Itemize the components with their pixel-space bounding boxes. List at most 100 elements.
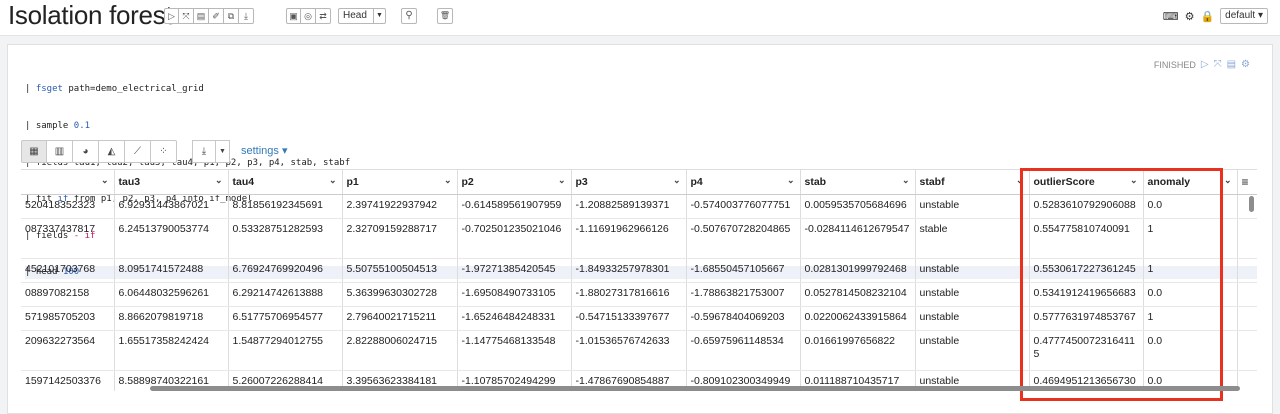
table-cell: 6.24513790053774 — [114, 218, 229, 259]
table-cell: -1.68550457105667 — [686, 258, 801, 283]
table-cell-filler — [1237, 258, 1257, 283]
report-button[interactable]: ▣ — [286, 8, 301, 24]
table-cell: 6.06448032596261 — [114, 282, 229, 307]
pie-chart-button[interactable]: ◕ — [73, 140, 99, 163]
settings-link[interactable]: settings ▾ — [241, 144, 288, 157]
column-header-label: stabf — [919, 175, 945, 188]
table-cell: -1.78863821753007 — [686, 282, 801, 307]
table-cell: 0.0220062433915864 — [800, 306, 916, 331]
table-view-button[interactable]: ▦ — [21, 140, 47, 163]
page-title: Isolation forest — [8, 0, 173, 30]
eraser-button[interactable]: ✐ — [209, 8, 224, 24]
table-cell: 520418352323 — [21, 194, 115, 219]
download-options-button[interactable]: ▼ — [216, 140, 230, 163]
chevron-down-icon[interactable]: ⌄ — [1224, 175, 1232, 186]
head-select-label: Head — [343, 10, 367, 21]
table-cell: 08897082158 — [21, 282, 115, 307]
column-header[interactable]: tau3 ⌄ — [114, 170, 229, 195]
status-text: FINISHED — [1153, 59, 1196, 70]
play-button[interactable]: ▷ — [164, 8, 179, 24]
area-chart-button[interactable]: ◭ — [99, 140, 125, 163]
paragraph-mode-toolbar: ▣ ◎ ⇄ — [286, 8, 331, 24]
download-group: ⤓ ▼ — [192, 140, 230, 163]
chevron-down-icon[interactable]: ⌄ — [787, 175, 795, 186]
head-select[interactable]: Head ▼ — [338, 8, 386, 24]
code-line: | fsget path=demo_electrical_grid — [25, 84, 204, 95]
expand-icon[interactable]: ⤧ — [1214, 59, 1222, 70]
table-cell: 5.50755100504513 — [342, 258, 458, 283]
table-cell: unstable — [915, 306, 1030, 331]
download-button[interactable]: ⤓ — [239, 8, 254, 24]
column-header[interactable]: p3 ⌄ — [571, 170, 687, 195]
interpreter-dropdown[interactable]: default ▾ — [1220, 8, 1268, 24]
chevron-down-icon[interactable]: ⌄ — [444, 175, 452, 186]
expand-button[interactable]: ⤧ — [179, 8, 194, 24]
download-button[interactable]: ⤓ — [192, 140, 216, 163]
horizontal-scrollbar[interactable] — [150, 386, 1240, 391]
column-header[interactable]: p1 ⌄ — [342, 170, 458, 195]
table-cell: 6.92931443867021 — [114, 194, 229, 219]
circle-icon: ◎ — [304, 11, 312, 21]
play-icon: ▷ — [168, 11, 175, 21]
table-cell: -1.11691962966126 — [571, 218, 687, 259]
vertical-scrollbar[interactable] — [1249, 196, 1254, 212]
table-cell-filler — [1237, 370, 1257, 391]
gear-icon[interactable]: ⚙ — [1241, 59, 1250, 70]
circle-button[interactable]: ◎ — [301, 8, 316, 24]
swap-button[interactable]: ⇄ — [316, 8, 331, 24]
column-header[interactable]: stabf ⌄ — [915, 170, 1030, 195]
column-header-label: p3 — [575, 175, 588, 188]
table-cell: -0.59678404069203 — [686, 306, 801, 331]
table-cell: 6.51775706954577 — [228, 306, 343, 331]
table-cell: 6.29214742613888 — [228, 282, 343, 307]
keyboard-icon[interactable]: ⌨ — [1163, 10, 1179, 23]
column-header[interactable]: tau4 ⌄ — [228, 170, 343, 195]
copy-button[interactable]: ⧉ — [224, 8, 239, 24]
chevron-down-icon[interactable]: ⌄ — [101, 175, 109, 186]
table-cell: 0.01661997656822 — [800, 330, 916, 371]
chevron-down-icon: ▼ — [373, 9, 385, 23]
table-icon: ▦ — [29, 146, 39, 157]
swap-icon: ⇄ — [319, 11, 327, 21]
column-header[interactable]: p2 ⌄ — [457, 170, 572, 195]
book-icon[interactable]: ▤ — [1227, 59, 1236, 70]
scatter-chart-button[interactable]: ⁘ — [151, 140, 177, 163]
line-chart-button[interactable]: ⟋ — [125, 140, 151, 163]
table-cell: -1.69508490733105 — [457, 282, 572, 307]
table-cell-filler — [1237, 306, 1257, 331]
chevron-down-icon[interactable]: ⌄ — [329, 175, 337, 186]
code-editor[interactable]: | fsget path=demo_electrical_grid | samp… — [25, 59, 1257, 279]
run-icon[interactable]: ▷ — [1201, 59, 1209, 70]
column-header-label: tau3 — [118, 175, 141, 188]
search-icon: ⚲ — [405, 10, 413, 21]
table-cell: 087337437817 — [21, 218, 115, 259]
search-button[interactable]: ⚲ — [401, 8, 417, 24]
chevron-down-icon[interactable]: ⌄ — [558, 175, 566, 186]
chevron-down-icon[interactable]: ⌄ — [215, 175, 223, 186]
column-header-label: tau4 — [232, 175, 255, 188]
chevron-down-icon[interactable]: ⌄ — [902, 175, 910, 186]
column-menu[interactable]: ≡ — [1237, 170, 1257, 195]
download-icon: ⤓ — [201, 146, 207, 157]
gear-icon[interactable]: ⚙ — [1185, 10, 1195, 23]
table-cell: 452101703768 — [21, 258, 115, 283]
trash-button[interactable]: 🗑 — [437, 8, 453, 24]
bar-chart-button[interactable]: ▥ — [47, 140, 73, 163]
settings-label: settings — [241, 145, 279, 157]
chevron-down-icon[interactable]: ⌄ — [673, 175, 681, 186]
table-cell-filler — [1237, 330, 1257, 371]
table-cell-filler — [1237, 218, 1257, 259]
lock-icon[interactable]: 🔒 — [1200, 10, 1214, 23]
table-cell: 209632273564 — [21, 330, 115, 371]
column-header[interactable]: p4 ⌄ — [686, 170, 801, 195]
table-cell: -1.84933257978301 — [571, 258, 687, 283]
chevron-down-icon: ▼ — [219, 148, 226, 155]
book-button[interactable]: ▤ — [194, 8, 209, 24]
column-header[interactable]: ⌄ — [21, 170, 115, 195]
paragraph-run-toolbar: ▷ ⤧ ▤ ✐ ⧉ ⤓ — [164, 8, 254, 24]
pie-chart-icon: ◕ — [82, 146, 89, 157]
column-header[interactable]: stab ⌄ — [800, 170, 916, 195]
table-cell: -1.14775468133548 — [457, 330, 572, 371]
table-cell: -1.20882589139371 — [571, 194, 687, 219]
table-cell: 8.81856192345691 — [228, 194, 343, 219]
